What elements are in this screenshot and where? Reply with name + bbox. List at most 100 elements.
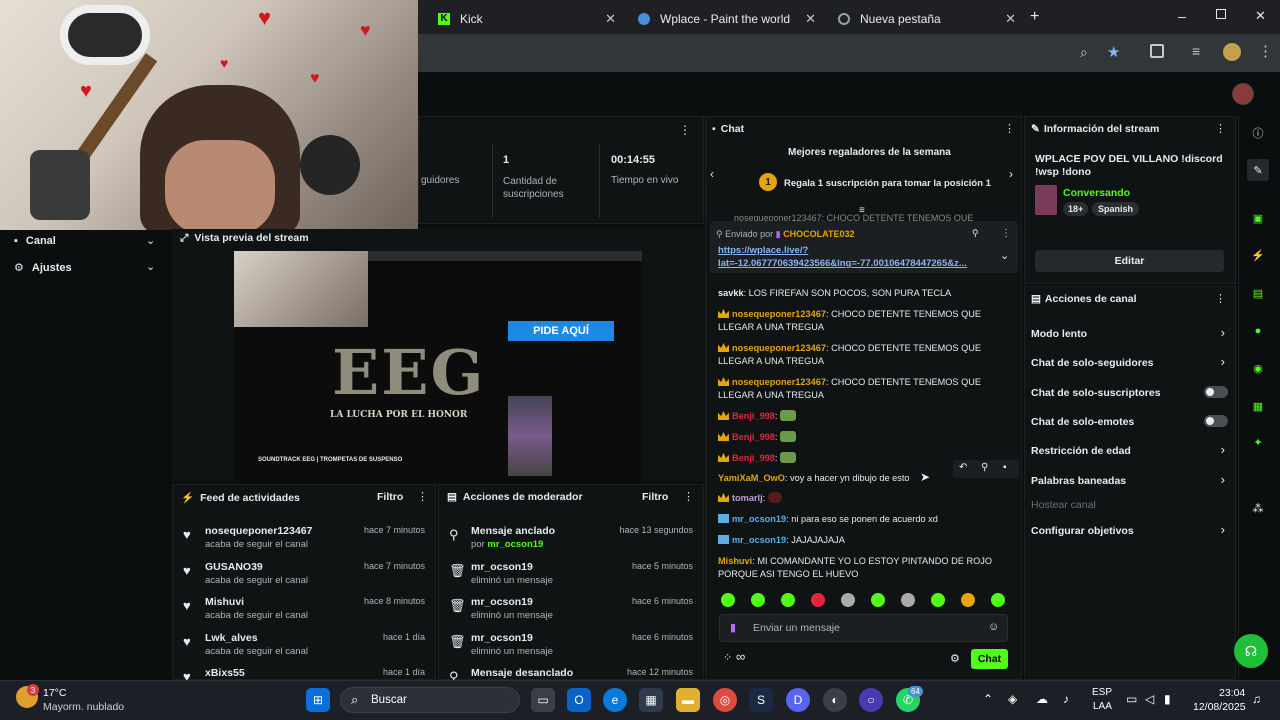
extensions-icon[interactable] [1150,44,1164,58]
chat-message[interactable]: mr_ocson19: ni para eso se ponen de acue… [718,513,1008,526]
modactions-filter-button[interactable]: Filtro [642,491,668,503]
emote-icon[interactable] [841,593,855,607]
pin-toggle-icon[interactable]: ⚲ [972,228,979,239]
chat-message[interactable]: tomarlj: [718,492,1008,505]
network-icon[interactable]: ▭ [1126,692,1137,706]
chat-username[interactable]: YamiXaM_OwO [718,473,785,483]
support-headset-icon[interactable]: ☊ [1234,634,1268,668]
emote-icon[interactable] [871,593,885,607]
chevron-down-icon[interactable]: ⌄ [146,260,155,273]
minimize-icon[interactable]: – [1178,8,1186,24]
activity-filter-button[interactable]: Filtro [377,491,403,503]
chat-username[interactable]: nosequeponer123467 [732,343,826,353]
zoom-icon[interactable]: ⌕ [1080,44,1088,61]
profile-avatar[interactable] [1223,43,1241,61]
emote-icon[interactable] [781,593,795,607]
user-avatar[interactable] [1232,83,1254,105]
file-explorer-icon[interactable]: ▬ [676,688,700,712]
chat-input[interactable]: ▮ Enviar un mensaje ☺ [719,614,1008,642]
maximize-icon[interactable] [1216,9,1226,19]
task-view-icon[interactable]: ▭ [531,688,555,712]
leaderboard-cta[interactable]: Regala 1 suscripción para tomar la posic… [784,178,991,189]
obs-icon[interactable]: ◐ [823,688,847,712]
action-banned-words[interactable]: Palabras baneadas [1031,475,1126,487]
chevron-down-icon[interactable]: ⌄ [146,234,155,247]
battery-icon[interactable]: ▮ [1164,692,1171,706]
pinned-message[interactable]: ⚲ Enviado por ▮ CHOCOLATE032 ⚲ ⋮ https:/… [710,221,1018,273]
clock-date[interactable]: 12/08/2025 [1193,701,1246,713]
close-icon[interactable]: ✕ [805,11,816,27]
chat-username[interactable]: Benji_998 [732,453,775,463]
more-icon[interactable]: ⋮ [1001,228,1011,239]
close-icon[interactable]: ✕ [1005,11,1016,27]
outlook-icon[interactable]: O [567,688,591,712]
chevron-right-icon[interactable]: › [1221,354,1225,369]
volume-icon[interactable]: ◁ [1145,692,1154,706]
more-icon[interactable]: ⋮ [1004,122,1015,135]
screen-icon[interactable]: ▣ [1247,207,1269,229]
chat-message[interactable]: Benji_998: [718,410,1008,423]
bookmark-star-icon[interactable]: ★ [1107,43,1120,61]
more-icon[interactable]: ⋮ [417,490,428,503]
action-age-restriction[interactable]: Restricción de edad [1031,445,1131,457]
windows-start-icon[interactable]: ⊞ [306,688,330,712]
more-icon[interactable]: ⋮ [683,490,694,503]
language-indicator[interactable]: ESP [1092,687,1112,698]
emote-icon[interactable] [721,593,735,607]
pinned-link[interactable]: https://wplace.live/? [718,245,808,256]
new-tab-button[interactable]: + [1030,8,1039,26]
app-icon[interactable]: ○ [859,688,883,712]
sidebar-item-ajustes[interactable]: ⚙ Ajustes [14,261,72,274]
emote-icon[interactable] [751,593,765,607]
chevron-right-icon[interactable]: › [1221,472,1225,487]
notification-bell-icon[interactable]: ♫ [1252,692,1261,706]
pin-icon[interactable]: ⚲ [981,462,988,473]
bolt-icon[interactable]: ⚡ [1247,244,1269,266]
steam-icon[interactable]: S [749,688,773,712]
chevron-right-icon[interactable]: › [1009,167,1013,181]
chrome-icon[interactable]: ◎ [713,688,737,712]
stream-category[interactable]: Conversando [1063,187,1130,199]
apps-icon[interactable]: ⁂ [1247,497,1269,519]
tab-wplace[interactable]: Wplace - Paint the world ✕ [628,4,826,34]
clock-time[interactable]: 23:04 [1219,687,1245,699]
tray-icon[interactable]: ◈ [1008,692,1017,706]
emotes-only-toggle[interactable] [1204,415,1228,427]
edge-icon[interactable]: e [603,688,627,712]
emote-icon[interactable] [811,593,825,607]
tab-kick[interactable]: K Kick ✕ [428,4,626,34]
chat-message[interactable]: nosequeponer123467: CHOCO DETENTE TENEMO… [718,308,1008,334]
emote-icon[interactable] [991,593,1005,607]
microphone-icon[interactable]: ♪ [1063,692,1069,706]
chat-icon[interactable]: ● [1247,320,1269,342]
emote-icon[interactable] [961,593,975,607]
emote-icon[interactable] [931,593,945,607]
subscribers-only-toggle[interactable] [1204,386,1228,398]
emoji-icon[interactable]: ☺ [988,621,999,633]
media-control-icon[interactable]: ≡ [1192,43,1200,59]
language-variant[interactable]: LAA [1093,701,1112,712]
chevron-right-icon[interactable]: › [1221,442,1225,457]
chevron-up-icon[interactable]: ⌃ [983,692,993,706]
chat-message[interactable]: Benji_998: [718,431,1008,444]
chevron-left-icon[interactable]: ‹ [710,167,714,181]
chevron-down-icon[interactable]: ⌄ [1000,249,1009,262]
chat-message[interactable]: mr_ocson19: JAJAJAJAJA [718,534,1008,547]
chat-username[interactable]: nosequeponer123467 [732,309,826,319]
chevron-right-icon[interactable]: › [1221,325,1225,340]
taskbar-search[interactable]: ⌕ Buscar [340,687,520,713]
chat-username[interactable]: nosequeponer123467 [732,377,826,387]
chat-message[interactable]: nosequeponer123467: CHOCO DETENTE TENEMO… [718,376,1008,402]
preview-video[interactable]: EEG LA LUCHA POR EL HONOR SOUNDTRACK EEG… [234,251,642,481]
trash-icon[interactable]: ▪ [1003,462,1007,473]
chat-username[interactable]: Benji_998 [732,432,775,442]
action-configure-goals[interactable]: Configurar objetivos [1031,525,1134,537]
edit-icon[interactable]: ✎ [1247,159,1269,181]
badges-icon[interactable]: ⁘ [723,651,732,664]
more-icon[interactable]: ⋮ [1258,42,1273,60]
send-chat-button[interactable]: Chat [971,649,1008,669]
gear-icon[interactable]: ⚙ [950,652,960,665]
close-window-icon[interactable]: ✕ [1255,8,1266,24]
chat-message[interactable]: nosequeponer123467: CHOCO DETENTE TENEMO… [718,342,1008,368]
pinned-link[interactable]: lat=-12.067770639423566&lng=-77.00106478… [718,258,990,269]
